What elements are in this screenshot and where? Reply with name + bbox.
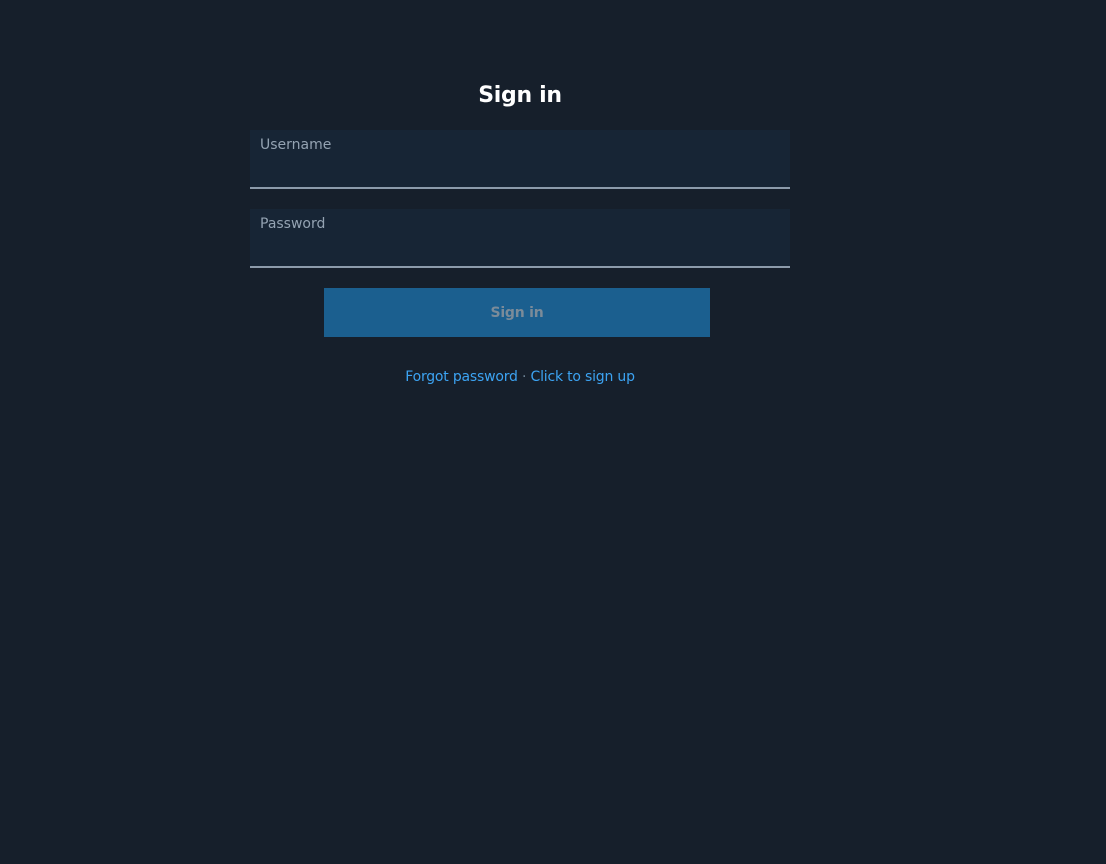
signin-button[interactable]: Sign in xyxy=(324,288,710,337)
link-separator: · xyxy=(521,369,531,385)
sign-up-link[interactable]: Click to sign up xyxy=(531,369,635,385)
password-label: Password xyxy=(260,216,326,232)
username-label: Username xyxy=(260,137,332,153)
auth-links: Forgot password · Click to sign up xyxy=(250,367,790,387)
username-input[interactable] xyxy=(250,156,790,184)
password-field[interactable]: Password xyxy=(250,209,790,268)
page-title: Sign in xyxy=(478,83,562,108)
username-field[interactable]: Username xyxy=(250,130,790,189)
password-input[interactable] xyxy=(250,235,790,263)
forgot-password-link[interactable]: Forgot password xyxy=(405,369,518,385)
